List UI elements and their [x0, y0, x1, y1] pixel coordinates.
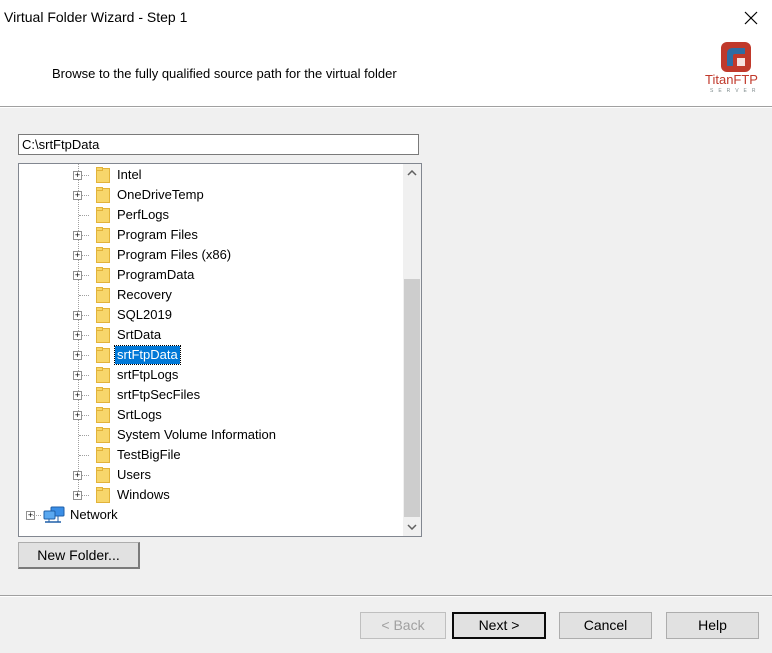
tree-scrollbar[interactable]: [403, 164, 421, 536]
expand-icon[interactable]: +: [73, 411, 82, 420]
tree-item[interactable]: + srtFtpSecFiles: [19, 385, 399, 405]
tree-item-label[interactable]: Users: [115, 466, 153, 484]
new-folder-button[interactable]: New Folder...: [18, 542, 140, 569]
expand-icon[interactable]: +: [73, 371, 82, 380]
tree-item-label[interactable]: srtFtpSecFiles: [115, 386, 202, 404]
expand-icon[interactable]: +: [73, 171, 82, 180]
expand-icon[interactable]: +: [73, 391, 82, 400]
scroll-thumb[interactable]: [404, 279, 420, 517]
tree-item-network[interactable]: + Network: [19, 505, 399, 525]
folder-icon: [96, 407, 110, 423]
tree-item[interactable]: TestBigFile: [19, 445, 399, 465]
network-icon: [43, 506, 65, 523]
instruction-text: Browse to the fully qualified source pat…: [52, 66, 397, 81]
tree-item[interactable]: + srtFtpData: [19, 345, 399, 365]
tree-item[interactable]: + Intel: [19, 165, 399, 185]
folder-icon: [96, 287, 110, 303]
tree-connector: [79, 435, 89, 437]
tree-item-label[interactable]: SQL2019: [115, 306, 174, 324]
title-bar: Virtual Folder Wizard - Step 1: [0, 0, 772, 36]
tree-item-label-selected[interactable]: srtFtpData: [114, 345, 181, 365]
tree-connector: [79, 215, 89, 217]
next-button[interactable]: Next >: [452, 612, 546, 639]
tree-item[interactable]: + SQL2019: [19, 305, 399, 325]
tree-item-label[interactable]: OneDriveTemp: [115, 186, 206, 204]
tree-item-label[interactable]: ProgramData: [115, 266, 196, 284]
tree-item[interactable]: Recovery: [19, 285, 399, 305]
tree-item[interactable]: + Program Files (x86): [19, 245, 399, 265]
tree-item-label[interactable]: PerfLogs: [115, 206, 171, 224]
tree-item-label[interactable]: srtFtpLogs: [115, 366, 180, 384]
folder-icon: [96, 467, 110, 483]
tree-item[interactable]: + Users: [19, 465, 399, 485]
expand-icon[interactable]: +: [73, 331, 82, 340]
tree-connector: [79, 455, 89, 457]
scroll-down-button[interactable]: [403, 518, 421, 536]
tree-item-label[interactable]: System Volume Information: [115, 426, 278, 444]
tree-item[interactable]: + SrtLogs: [19, 405, 399, 425]
window-title: Virtual Folder Wizard - Step 1: [4, 9, 188, 25]
folder-icon: [96, 267, 110, 283]
tree-item-label[interactable]: Program Files (x86): [115, 246, 233, 264]
chevron-up-icon: [407, 170, 417, 176]
folder-icon: [96, 487, 110, 503]
tree-item-label[interactable]: TestBigFile: [115, 446, 183, 464]
cancel-button[interactable]: Cancel: [559, 612, 652, 639]
folder-icon: [96, 367, 110, 383]
folder-tree[interactable]: + Intel + OneDriveTemp PerfLogs + Program File…: [18, 163, 422, 537]
tree-item-label[interactable]: SrtLogs: [115, 406, 164, 424]
tree-item[interactable]: + srtFtpLogs: [19, 365, 399, 385]
help-button[interactable]: Help: [666, 612, 759, 639]
tree-item-label[interactable]: Windows: [115, 486, 172, 504]
folder-icon: [96, 227, 110, 243]
expand-icon[interactable]: +: [73, 271, 82, 280]
titan-ftp-logo: TitanFTP SERVER: [700, 42, 770, 100]
expand-icon[interactable]: +: [73, 191, 82, 200]
tree-item[interactable]: + OneDriveTemp: [19, 185, 399, 205]
tree-item[interactable]: + Program Files: [19, 225, 399, 245]
folder-icon: [96, 307, 110, 323]
tree-item[interactable]: PerfLogs: [19, 205, 399, 225]
folder-icon: [96, 387, 110, 403]
folder-icon: [96, 347, 110, 363]
folder-icon: [96, 167, 110, 183]
back-button[interactable]: < Back: [360, 612, 446, 639]
path-input[interactable]: C:\srtFtpData: [18, 134, 419, 155]
wizard-header: Browse to the fully qualified source pat…: [0, 36, 772, 106]
tree-item-label[interactable]: Network: [68, 506, 120, 524]
expand-icon[interactable]: +: [73, 251, 82, 260]
folder-icon: [96, 327, 110, 343]
header-divider-highlight: [0, 107, 772, 108]
folder-icon: [96, 187, 110, 203]
tree-item-label[interactable]: Recovery: [115, 286, 174, 304]
close-icon: [744, 11, 758, 25]
tree-item[interactable]: + ProgramData: [19, 265, 399, 285]
tree-item-label[interactable]: SrtData: [115, 326, 163, 344]
tree-connector: [79, 295, 89, 297]
expand-icon[interactable]: +: [73, 491, 82, 500]
expand-icon[interactable]: +: [73, 311, 82, 320]
tree-item[interactable]: + Windows: [19, 485, 399, 505]
expand-icon[interactable]: +: [73, 471, 82, 480]
tree-item-label[interactable]: Intel: [115, 166, 144, 184]
chevron-down-icon: [407, 524, 417, 530]
folder-icon: [96, 427, 110, 443]
scroll-up-button[interactable]: [403, 164, 421, 182]
folder-icon: [96, 207, 110, 223]
tree-item-label[interactable]: Program Files: [115, 226, 200, 244]
expand-icon[interactable]: +: [73, 351, 82, 360]
footer-divider-highlight: [0, 596, 772, 597]
expand-icon[interactable]: +: [73, 231, 82, 240]
tree-connector: [33, 515, 41, 517]
logo-wordmark: TitanFTP: [705, 72, 758, 87]
logo-mark-icon: [721, 42, 751, 72]
logo-subtitle: SERVER: [710, 88, 761, 94]
folder-icon: [96, 247, 110, 263]
tree-item[interactable]: + SrtData: [19, 325, 399, 345]
close-button[interactable]: [736, 4, 766, 32]
tree-item[interactable]: System Volume Information: [19, 425, 399, 445]
folder-icon: [96, 447, 110, 463]
